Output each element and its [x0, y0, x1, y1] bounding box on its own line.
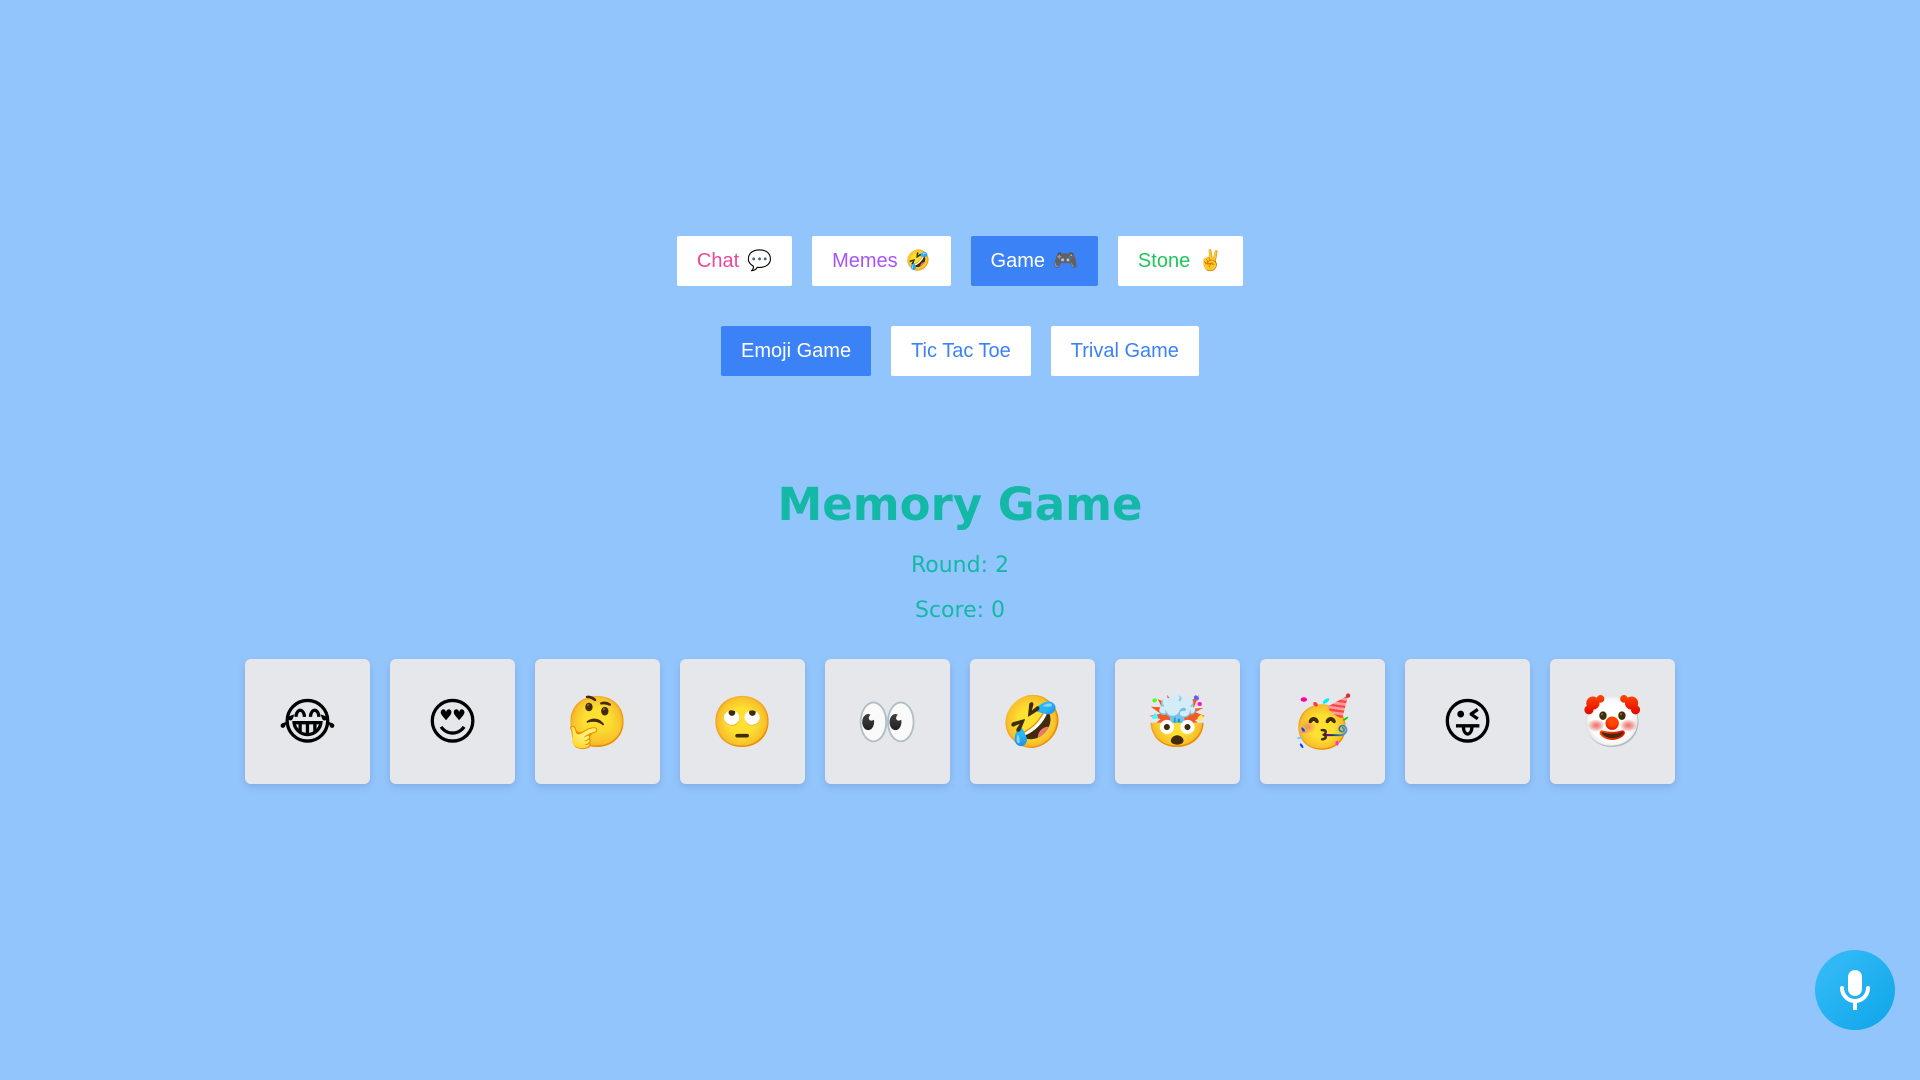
game-nav: Emoji Game Tic Tac Toe Trival Game	[0, 326, 1920, 376]
nav-memes-button[interactable]: Memes 🤣	[812, 236, 951, 286]
app-page: Chat 💬 Memes 🤣 Game 🎮 Stone ✌️ Emoji Gam…	[0, 0, 1920, 1080]
score-counter: Score: 0	[914, 598, 1006, 623]
memory-card[interactable]: 😂	[245, 659, 370, 784]
exploding-head-icon: 🤯	[1146, 692, 1209, 751]
clown-face-icon: 🤡	[1581, 692, 1644, 751]
memory-card[interactable]: 👀	[825, 659, 950, 784]
speech-bubble-icon: 💬	[747, 250, 773, 272]
nav-stone-button[interactable]: Stone ✌️	[1117, 236, 1244, 286]
tears-of-joy-icon: 😂	[278, 692, 337, 751]
heart-eyes-icon: 😍	[426, 692, 479, 751]
microphone-icon	[1840, 970, 1870, 1010]
memory-card[interactable]: 🤯	[1115, 659, 1240, 784]
memory-card[interactable]: 😍	[390, 659, 515, 784]
memory-card[interactable]: 🥳	[1260, 659, 1385, 784]
nav-game-button[interactable]: Game 🎮	[970, 236, 1098, 286]
party-face-icon: 🥳	[1291, 692, 1354, 751]
nav-chat-label: Chat	[696, 249, 740, 272]
thinking-face-icon: 🤔	[566, 692, 629, 751]
main-nav: Chat 💬 Memes 🤣 Game 🎮 Stone ✌️	[0, 236, 1920, 286]
tab-tic-tac-toe[interactable]: Tic Tac Toe	[891, 326, 1031, 376]
eye-roll-icon: 🙄	[711, 692, 774, 751]
round-counter: Round: 2	[910, 553, 1009, 578]
nav-chat-button[interactable]: Chat 💬	[676, 236, 793, 286]
game-title: Memory Game	[777, 478, 1143, 531]
tab-emoji-game[interactable]: Emoji Game	[721, 326, 872, 376]
rolling-laughing-icon: 🤣	[1001, 692, 1064, 751]
card-grid: 😂 😍 🤔 🙄 👀 🤣 🤯 🥳 😜 🤡	[245, 659, 1675, 784]
memory-card[interactable]: 🙄	[680, 659, 805, 784]
nav-memes-label: Memes	[832, 249, 898, 272]
eyes-icon: 👀	[856, 692, 919, 751]
nav-game-label: Game	[990, 249, 1046, 272]
microphone-button[interactable]	[1815, 950, 1895, 1030]
winking-tongue-icon: 😜	[1441, 692, 1494, 751]
memory-card[interactable]: 🤡	[1550, 659, 1675, 784]
nav-stone-label: Stone	[1137, 249, 1191, 272]
memory-card[interactable]: 🤣	[970, 659, 1095, 784]
rolling-laughing-icon: 🤣	[905, 250, 931, 272]
tab-trival-game[interactable]: Trival Game	[1050, 326, 1199, 376]
memory-card[interactable]: 😜	[1405, 659, 1530, 784]
memory-card[interactable]: 🤔	[535, 659, 660, 784]
victory-hand-icon: ✌️	[1198, 250, 1224, 272]
gamepad-icon: 🎮	[1053, 250, 1078, 272]
